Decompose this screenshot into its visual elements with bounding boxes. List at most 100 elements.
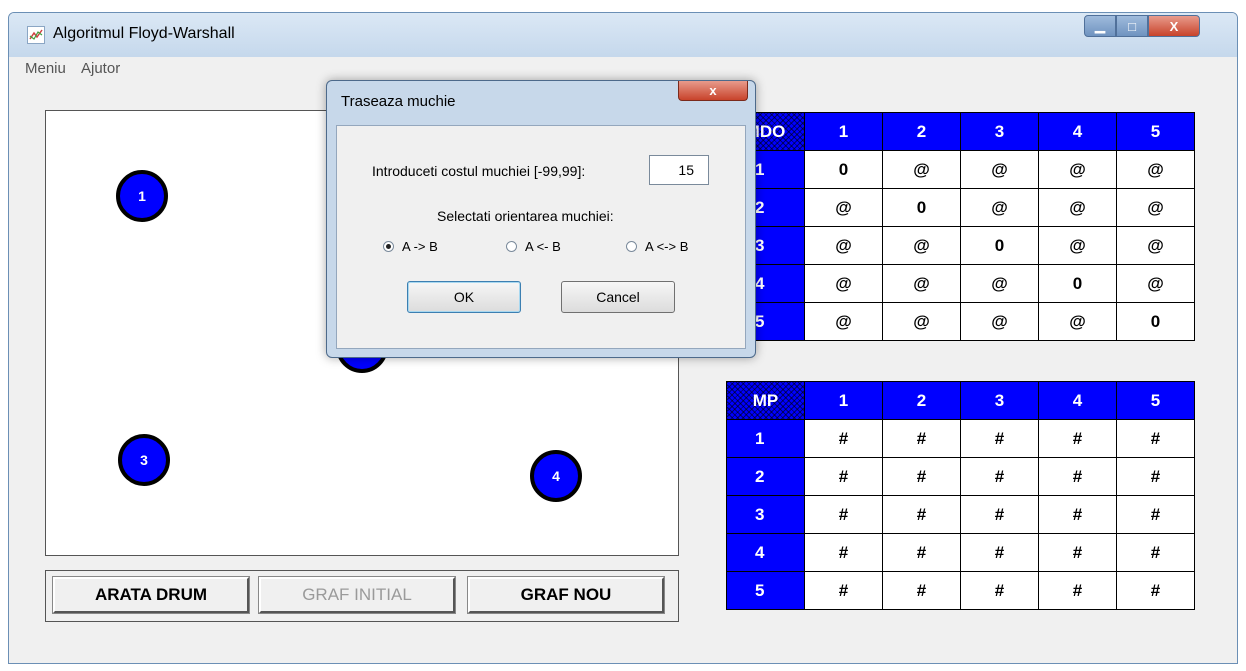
- mp-cell: #: [882, 457, 961, 496]
- mp-col-header: 5: [1116, 381, 1195, 420]
- mdo-col-header: 5: [1116, 112, 1195, 151]
- traseaza-muchie-dialog: Traseaza muchie x Introduceti costul muc…: [326, 80, 756, 358]
- mdo-cell: @: [1038, 150, 1117, 189]
- dialog-body: Introduceti costul muchiei [-99,99]: Sel…: [336, 125, 746, 349]
- menu-meniu[interactable]: Meniu: [25, 60, 66, 77]
- mp-cell: #: [1116, 571, 1195, 610]
- graph-node-4[interactable]: 4: [530, 450, 582, 502]
- radio-unselected-icon[interactable]: [626, 241, 637, 252]
- radio-label: A -> B: [402, 239, 438, 254]
- radio-b-to-a[interactable]: A <- B: [506, 239, 561, 254]
- mdo-cell: @: [960, 150, 1039, 189]
- mdo-row: 2 @ 0 @ @ @: [726, 188, 1195, 227]
- mdo-cell: @: [882, 302, 961, 341]
- mp-row: 3 # # # # #: [726, 495, 1195, 534]
- mp-cell: #: [804, 571, 883, 610]
- minimize-button[interactable]: ▁: [1084, 15, 1116, 37]
- mp-cell: #: [804, 419, 883, 458]
- mp-cell: #: [960, 419, 1039, 458]
- dialog-close-button[interactable]: x: [678, 81, 748, 101]
- mp-cell: #: [1116, 495, 1195, 534]
- mdo-cell: @: [804, 188, 883, 227]
- mdo-cell: @: [1038, 226, 1117, 265]
- mp-cell: #: [882, 495, 961, 534]
- mdo-cell: @: [1038, 302, 1117, 341]
- mp-cell: #: [1038, 533, 1117, 572]
- mdo-row: 3 @ @ 0 @ @: [726, 226, 1195, 265]
- mdo-cell: @: [804, 264, 883, 303]
- menu-ajutor[interactable]: Ajutor: [81, 60, 120, 77]
- mdo-cell: @: [882, 264, 961, 303]
- dialog-title: Traseaza muchie: [341, 93, 456, 110]
- radio-a-to-b[interactable]: A -> B: [383, 239, 438, 254]
- mp-row-header: 5: [726, 571, 805, 610]
- mdo-cell: @: [882, 226, 961, 265]
- mdo-row: 5 @ @ @ @ 0: [726, 302, 1195, 341]
- mp-row: 2 # # # # #: [726, 457, 1195, 496]
- mp-row-header: 1: [726, 419, 805, 458]
- mdo-cell: @: [960, 264, 1039, 303]
- mp-col-header: 1: [804, 381, 883, 420]
- mp-row: 1 # # # # #: [726, 419, 1195, 458]
- mp-cell: #: [1038, 495, 1117, 534]
- graph-node-3[interactable]: 3: [118, 434, 170, 486]
- radio-bidirectional[interactable]: A <-> B: [626, 239, 688, 254]
- mp-header-row: MP 1 2 3 4 5: [726, 381, 1195, 420]
- mp-cell: #: [882, 419, 961, 458]
- mdo-row: 4 @ @ @ 0 @: [726, 264, 1195, 303]
- radio-label: A <-> B: [645, 239, 689, 254]
- mp-matrix: MP 1 2 3 4 5 1 # # # # # 2 # # # # # 3 #…: [726, 381, 1195, 610]
- mp-col-header: 2: [882, 381, 961, 420]
- radio-unselected-icon[interactable]: [506, 241, 517, 252]
- mdo-cell: @: [1116, 188, 1195, 227]
- cost-input[interactable]: [649, 155, 709, 185]
- mp-cell: #: [1116, 457, 1195, 496]
- arata-drum-button[interactable]: ARATA DRUM: [52, 576, 250, 614]
- mdo-cell: @: [1116, 226, 1195, 265]
- mdo-matrix: MDO 1 2 3 4 5 1 0 @ @ @ @ 2 @ 0 @ @ @ 3 …: [726, 112, 1195, 341]
- orientation-label: Selectati orientarea muchiei:: [437, 208, 614, 224]
- mp-cell: #: [804, 495, 883, 534]
- mdo-col-header: 3: [960, 112, 1039, 151]
- mdo-cell: @: [1038, 188, 1117, 227]
- mp-cell: #: [882, 571, 961, 610]
- ok-button[interactable]: OK: [407, 281, 521, 313]
- mdo-col-header: 2: [882, 112, 961, 151]
- mp-col-header: 3: [960, 381, 1039, 420]
- mp-row: 5 # # # # #: [726, 571, 1195, 610]
- graph-node-1[interactable]: 1: [116, 170, 168, 222]
- close-button[interactable]: X: [1148, 15, 1200, 37]
- mp-cell: #: [1116, 533, 1195, 572]
- menu-bar: Meniu Ajutor: [9, 57, 1237, 79]
- window-title: Algoritmul Floyd-Warshall: [53, 25, 235, 42]
- mp-cell: #: [804, 533, 883, 572]
- cost-label: Introduceti costul muchiei [-99,99]:: [372, 163, 586, 179]
- mdo-row: 1 0 @ @ @ @: [726, 150, 1195, 189]
- mdo-cell: 0: [960, 226, 1039, 265]
- mp-row-header: 2: [726, 457, 805, 496]
- radio-selected-icon[interactable]: [383, 241, 394, 252]
- graf-nou-button[interactable]: GRAF NOU: [467, 576, 665, 614]
- mp-cell: #: [1038, 419, 1117, 458]
- graf-initial-button[interactable]: GRAF INITIAL: [258, 576, 456, 614]
- mdo-cell: @: [804, 226, 883, 265]
- action-button-bar: ARATA DRUM GRAF INITIAL GRAF NOU: [45, 570, 679, 622]
- mdo-cell: @: [960, 188, 1039, 227]
- mp-col-header: 4: [1038, 381, 1117, 420]
- mp-cell: #: [960, 457, 1039, 496]
- cancel-button[interactable]: Cancel: [561, 281, 675, 313]
- mp-cell: #: [804, 457, 883, 496]
- radio-label: A <- B: [525, 239, 561, 254]
- mp-cell: #: [1116, 419, 1195, 458]
- mdo-cell: @: [882, 150, 961, 189]
- app-icon: [27, 26, 45, 44]
- maximize-button[interactable]: □: [1116, 15, 1148, 37]
- mdo-cell: @: [960, 302, 1039, 341]
- mp-corner: MP: [726, 381, 805, 420]
- title-bar[interactable]: Algoritmul Floyd-Warshall ▁ □ X: [9, 13, 1237, 57]
- mp-row-header: 4: [726, 533, 805, 572]
- mdo-col-header: 4: [1038, 112, 1117, 151]
- mp-cell: #: [960, 571, 1039, 610]
- mdo-cell: 0: [1038, 264, 1117, 303]
- mp-row-header: 3: [726, 495, 805, 534]
